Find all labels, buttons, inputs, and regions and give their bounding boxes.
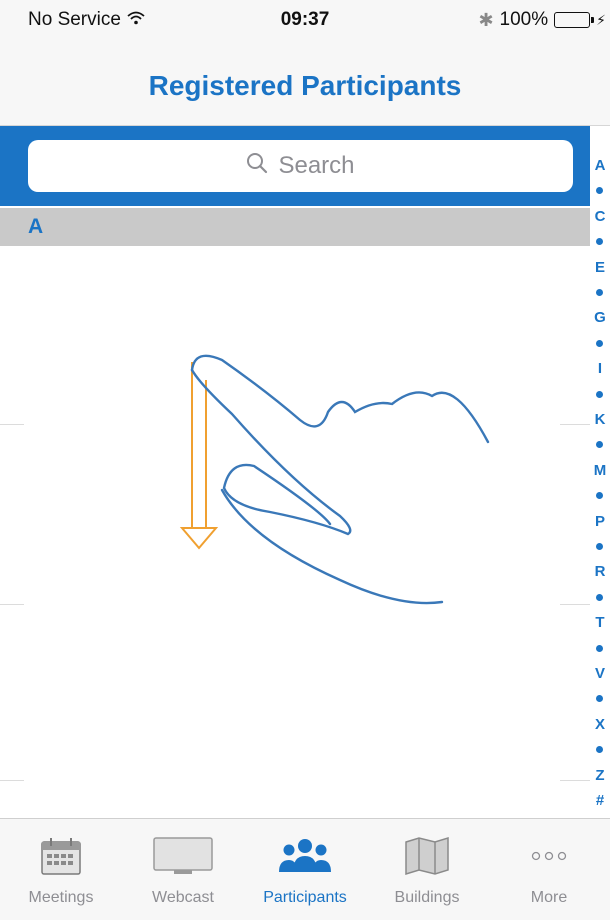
down-arrow-icon [179,362,219,550]
navigation-bar: Registered Participants [0,40,610,126]
alphabet-index[interactable]: A C E G I K M P R T V X Z # [590,126,610,818]
index-dot[interactable] [596,695,603,703]
index-dot[interactable] [596,390,603,398]
index-letter[interactable]: X [590,716,610,733]
index-letter[interactable]: V [590,666,610,682]
tab-label: Meetings [28,889,94,906]
index-letter[interactable]: I [590,361,610,377]
index-dot[interactable] [596,187,603,195]
status-right: ✱ 100% ⚡ [478,9,606,31]
index-letter[interactable]: M [590,462,610,479]
tab-participants[interactable]: Participants [244,819,366,920]
section-header: A [0,208,590,246]
search-placeholder: Search [278,152,355,179]
app-screen: No Service 09:37 ✱ 100% ⚡ Registered Par… [0,0,610,920]
people-icon [244,831,366,881]
search-icon [246,152,268,181]
index-dot[interactable] [596,543,603,550]
row-separator [0,424,24,425]
tab-buildings[interactable]: Buildings [366,819,488,920]
section-letter: A [28,215,44,238]
index-dot[interactable] [596,339,603,347]
tab-label: Webcast [152,889,214,906]
index-letter[interactable]: G [590,310,610,326]
index-dot[interactable] [596,746,603,754]
more-icon [488,831,610,881]
index-letter[interactable]: K [590,412,610,428]
search-input[interactable]: Search [28,140,573,192]
hand-icon [190,354,490,605]
row-separator [560,604,590,605]
index-dot[interactable] [596,593,603,601]
row-separator [560,780,590,781]
index-letter[interactable]: A [590,158,610,174]
charging-icon: ⚡ [596,11,606,28]
index-letter[interactable]: T [590,615,610,631]
page-title: Registered Participants [148,70,462,101]
index-dot[interactable] [596,492,603,500]
bluetooth-icon: ✱ [478,9,494,30]
index-letter[interactable]: Z [590,767,610,784]
index-letter[interactable]: # [590,793,610,809]
swipe-down-gesture-icon [179,354,490,605]
index-dot[interactable] [596,289,603,296]
tab-webcast[interactable]: Webcast [122,819,244,920]
index-letter[interactable]: P [590,513,610,530]
index-letter[interactable]: C [590,208,610,225]
status-bar: No Service 09:37 ✱ 100% ⚡ [0,0,610,40]
index-dot[interactable] [596,441,603,449]
row-separator [560,424,590,425]
tab-more[interactable]: More [488,819,610,920]
calendar-icon [0,831,122,881]
search-band: Search [0,126,590,206]
tab-label: Buildings [394,889,460,906]
battery-percent: 100% [499,9,549,30]
tab-label: More [530,889,568,906]
index-dot[interactable] [596,238,603,246]
battery-icon [554,12,595,28]
map-icon [366,831,488,881]
monitor-icon [122,831,244,881]
row-separator [0,604,24,605]
tab-meetings[interactable]: Meetings [0,819,122,920]
index-letter[interactable]: E [590,259,610,276]
row-separator [0,780,24,781]
tab-label: Participants [263,889,347,906]
index-dot[interactable] [596,644,603,652]
index-letter[interactable]: R [590,564,610,580]
tab-bar: Meetings Webcast Participants Buildings … [0,818,610,920]
